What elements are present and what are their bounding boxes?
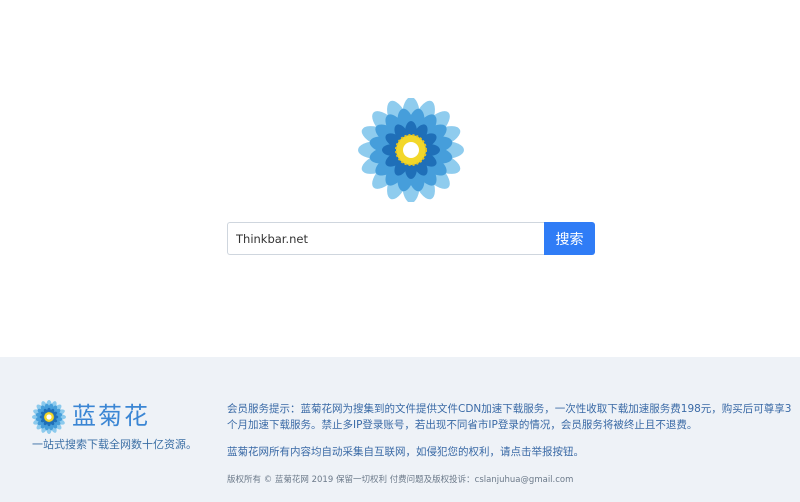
footer-brand[interactable]: 蓝菊花 — [32, 400, 202, 434]
membership-notice: 会员服务提示：蓝菊花网为搜集到的文件提供文件CDN加速下载服务，一次性收取下载加… — [227, 403, 792, 431]
brand-name: 蓝菊花 — [72, 402, 150, 430]
brand-slogan: 一站式搜索下载全网数十亿资源。 — [32, 438, 197, 451]
search-bar: 搜索 — [227, 222, 595, 255]
search-button[interactable]: 搜索 — [544, 222, 595, 255]
blue-chrysanthemum-logo-icon — [32, 400, 66, 434]
footer: 蓝菊花 一站式搜索下载全网数十亿资源。 会员服务提示：蓝菊花网为搜集到的文件提供… — [0, 357, 800, 502]
copyright-line: 版权所有 © 蓝菊花网 2019 保留一切权利 付费问题及版权投诉：cslanj… — [227, 475, 574, 485]
content-source-notice: 蓝菊花网所有内容均自动采集自互联网，如侵犯您的权利，请点击举报按钮。 — [227, 446, 584, 458]
hero-section: 搜索 — [0, 0, 800, 357]
search-input[interactable] — [227, 222, 554, 255]
blue-chrysanthemum-logo-icon — [358, 98, 464, 202]
